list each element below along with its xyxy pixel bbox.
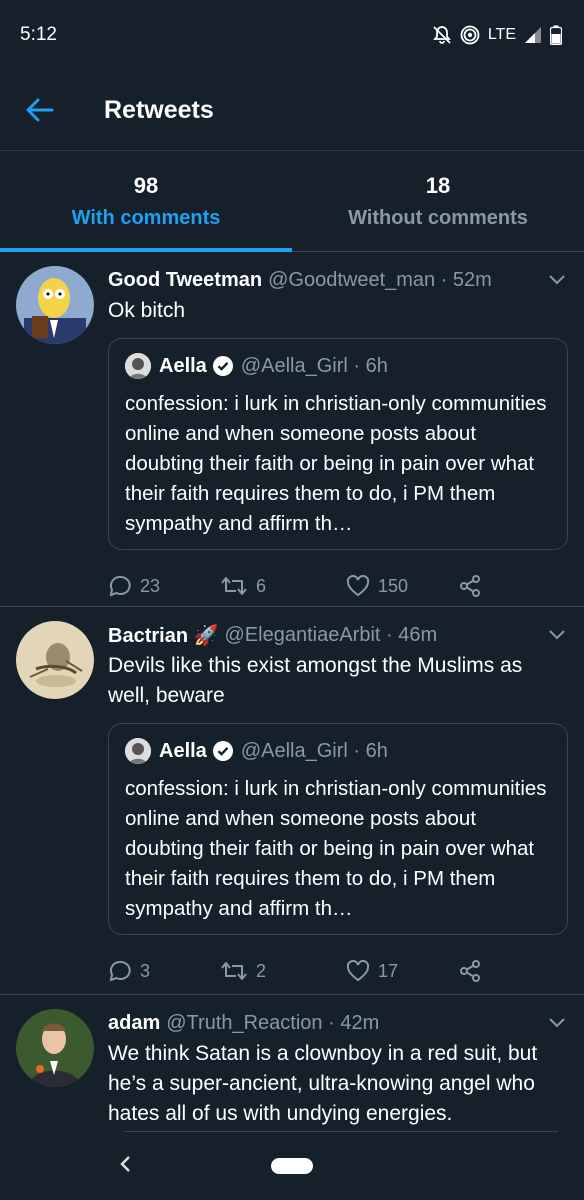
author-handle: @Truth_Reaction · 42m: [166, 1011, 380, 1034]
verified-badge-icon: [212, 741, 233, 761]
reply-count: 3: [140, 960, 151, 981]
quote-author-handle: @Aella_Girl · 6h: [240, 739, 388, 762]
retweet-button[interactable]: 6: [220, 575, 346, 597]
like-count: 150: [378, 575, 409, 596]
chevron-down-icon[interactable]: [548, 624, 568, 647]
author-handle: @ElegantiaeArbit · 46m: [224, 623, 438, 646]
quote-text: confession: i lurk in christian-only com…: [125, 777, 547, 920]
mute-bell-icon: [432, 26, 451, 44]
share-icon: [460, 960, 480, 982]
tab-count: 18: [425, 173, 451, 198]
author-name[interactable]: Bactrian 🚀: [108, 623, 219, 648]
home-pill[interactable]: [271, 1158, 313, 1174]
retweet-icon: [221, 962, 247, 980]
status-bar: 5:12 LTE: [0, 0, 584, 70]
tab-with-comments[interactable]: 98 With comments: [0, 151, 292, 252]
reply-icon: [109, 960, 131, 982]
back-button[interactable]: [26, 95, 56, 125]
battery-icon: [550, 25, 562, 45]
author-name[interactable]: adam: [108, 1012, 160, 1035]
quoted-tweet[interactable]: Aella @Aella_Girl · 6h confession: i lur…: [108, 338, 568, 550]
hotspot-icon: [460, 25, 480, 45]
chevron-down-icon[interactable]: [548, 269, 568, 292]
like-count: 17: [378, 960, 399, 981]
status-time: 5:12: [20, 24, 57, 45]
tweet[interactable]: Good Tweetman @Goodtweet_man · 52m Ok bi…: [0, 252, 584, 607]
tweet-text: We think Satan is a clownboy in a red su…: [108, 1042, 538, 1125]
author-handle: @Goodtweet_man · 52m: [268, 268, 492, 291]
reply-icon: [109, 575, 131, 597]
tweet[interactable]: adam @Truth_Reaction · 42m We think Sata…: [0, 995, 584, 1135]
tab-without-comments[interactable]: 18 Without comments: [292, 151, 584, 251]
quote-avatar: [125, 738, 151, 764]
avatar[interactable]: [16, 1009, 94, 1087]
tweet[interactable]: Bactrian 🚀 @ElegantiaeArbit · 46m Devils…: [0, 607, 584, 995]
quote-author-handle: @Aella_Girl · 6h: [240, 354, 388, 377]
tab-count: 98: [133, 173, 159, 198]
tweet-actions: 3 2 17: [108, 941, 568, 1001]
reply-count: 23: [140, 575, 161, 596]
quote-text: confession: i lurk in christian-only com…: [125, 392, 547, 535]
like-button[interactable]: 150: [346, 575, 458, 597]
system-nav-bar: [0, 1132, 584, 1200]
signal-icon: [525, 27, 541, 43]
like-button[interactable]: 17: [346, 960, 458, 982]
tweet-text: Devils like this exist amongst the Musli…: [108, 654, 523, 707]
heart-icon: [346, 575, 370, 597]
quoted-tweet[interactable]: Aella @Aella_Girl · 6h confession: i lur…: [108, 723, 568, 935]
avatar[interactable]: [16, 621, 94, 699]
app-header: Retweets: [0, 70, 584, 150]
tweet-text: Ok bitch: [108, 299, 186, 322]
reply-button[interactable]: 3: [108, 959, 220, 983]
tab-label: With comments: [71, 207, 221, 229]
retweet-tabs: 98 With comments 18 Without comments: [0, 150, 584, 252]
share-button[interactable]: [458, 959, 482, 983]
tab-label: Without comments: [348, 207, 528, 229]
reply-button[interactable]: 23: [108, 574, 220, 598]
status-icons: LTE: [432, 25, 562, 45]
share-icon: [460, 575, 480, 597]
tweet-actions: 23 6 150: [108, 556, 568, 616]
chevron-left-icon: [120, 1156, 130, 1172]
quote-author-name: Aella: [159, 739, 207, 762]
verified-badge-icon: [212, 356, 233, 376]
author-name[interactable]: Good Tweetman: [108, 269, 262, 292]
quote-author-name: Aella: [159, 354, 207, 377]
retweet-count: 6: [256, 575, 267, 596]
retweet-button[interactable]: 2: [220, 960, 346, 982]
network-label: LTE: [487, 26, 516, 43]
system-back-button[interactable]: [118, 1152, 132, 1180]
heart-icon: [346, 960, 370, 982]
chevron-down-icon[interactable]: [548, 1012, 568, 1035]
quote-avatar: [125, 353, 151, 379]
share-button[interactable]: [458, 574, 482, 598]
retweet-icon: [221, 577, 247, 595]
retweet-count: 2: [256, 960, 267, 981]
avatar[interactable]: [16, 266, 94, 344]
page-title: Retweets: [104, 95, 214, 124]
back-arrow-icon: [26, 98, 54, 122]
